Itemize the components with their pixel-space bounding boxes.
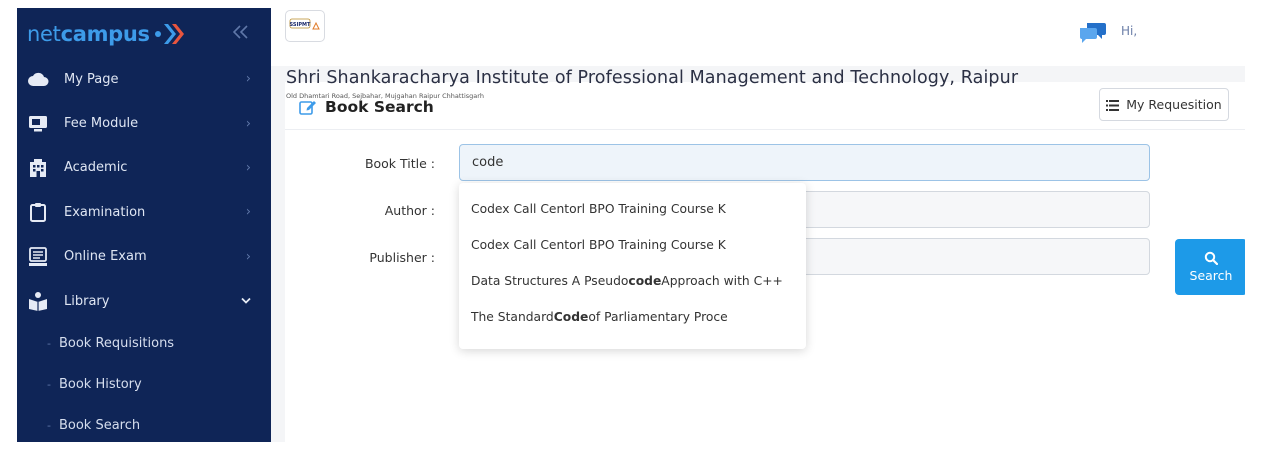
- clipboard-icon: [27, 201, 49, 223]
- user-greeting[interactable]: Hi,: [1121, 24, 1137, 38]
- library-submenu: - Book Requisitions - Book History - Boo…: [17, 323, 271, 442]
- page-title: Book Search: [299, 98, 434, 116]
- sidebar-subitem-label: Book History: [58, 377, 142, 393]
- search-button-label: Search: [1189, 268, 1233, 283]
- chevron-right-icon: ›: [245, 160, 251, 176]
- brand-text-campus: campus: [60, 22, 150, 46]
- edit-icon: [299, 98, 317, 116]
- option-text: The Standard: [471, 310, 554, 324]
- sidebar-item-library[interactable]: Library: [17, 279, 271, 323]
- sidebar-item-label: My Page: [64, 71, 119, 87]
- sidebar-item-label: Library: [64, 293, 110, 309]
- sidebar-item-label: Academic: [64, 160, 128, 176]
- chevron-right-icon: ›: [245, 204, 251, 220]
- sidebar-subitem-book-requisitions[interactable]: - Book Requisitions: [17, 323, 271, 364]
- chevron-right-icon: ›: [245, 116, 251, 132]
- building-icon: [27, 157, 49, 179]
- autocomplete-dropdown: Codex Call Centorl BPO Training Course K…: [459, 183, 806, 349]
- author-label: Author :: [384, 203, 435, 218]
- sidebar-menu: My Page › Fee Module › Academic › Examin…: [17, 57, 271, 442]
- book-title-input[interactable]: [459, 144, 1150, 181]
- brand-logo[interactable]: net campus: [27, 20, 190, 48]
- list-icon: [1106, 99, 1120, 111]
- sidebar-item-my-page[interactable]: My Page ›: [17, 57, 271, 101]
- bullet-dash: -: [47, 419, 51, 433]
- monitor-icon: [27, 113, 49, 135]
- bullet-dash: -: [47, 337, 51, 351]
- brand-text-net: net: [27, 22, 61, 46]
- app-frame: net campus My Page › Fee Module › Academ…: [17, 8, 1245, 442]
- chat-icon[interactable]: [1079, 20, 1107, 44]
- sidebar-subitem-book-search[interactable]: - Book Search: [17, 405, 271, 442]
- reader-icon: [27, 290, 49, 312]
- sidebar-subitem-label: Book Requisitions: [58, 336, 175, 352]
- bullet-dash: -: [47, 378, 51, 392]
- logo-lettering: SSIPMT: [290, 22, 311, 28]
- chevron-right-icon: ›: [245, 249, 251, 265]
- page-title-text: Book Search: [325, 98, 434, 116]
- sidebar-item-label: Fee Module: [64, 116, 139, 132]
- sidebar-item-label: Examination: [64, 204, 146, 220]
- chevron-right-icon: ›: [245, 71, 251, 87]
- autocomplete-option[interactable]: Codex Call Centorl BPO Training Course K: [459, 191, 806, 227]
- option-match-text: code: [628, 274, 662, 288]
- sidebar-item-fee-module[interactable]: Fee Module ›: [17, 101, 271, 145]
- cloud-icon: [27, 68, 49, 90]
- option-text: Codex Call Centorl BPO Training Course K: [471, 202, 726, 216]
- autocomplete-option[interactable]: The Standard Code of Parliamentary Proce: [459, 299, 806, 335]
- brand-mark-icon: [154, 21, 190, 47]
- book-title-label: Book Title :: [364, 156, 435, 171]
- option-text: of Parliamentary Proce: [588, 310, 728, 324]
- sidebar-subitem-label: Book Search: [58, 418, 141, 434]
- my-requisition-label: My Requesition: [1126, 97, 1222, 112]
- autocomplete-option[interactable]: Codex Call Centorl BPO Training Course K: [459, 227, 806, 263]
- search-button[interactable]: Search: [1175, 239, 1245, 295]
- option-text: Approach with C++: [661, 274, 783, 288]
- search-icon: [1204, 251, 1218, 265]
- institute-logo[interactable]: SSIPMT: [285, 10, 325, 42]
- publisher-label: Publisher :: [369, 250, 435, 265]
- sidebar-item-online-exam[interactable]: Online Exam ›: [17, 235, 271, 279]
- sidebar-item-label: Online Exam: [64, 249, 147, 265]
- sidebar-item-academic[interactable]: Academic ›: [17, 146, 271, 190]
- sidebar-item-examination[interactable]: Examination ›: [17, 190, 271, 234]
- option-text: Data Structures A Pseudo: [471, 274, 629, 288]
- option-match-text: Code: [553, 310, 589, 324]
- top-bar: SSIPMT Hi,: [271, 8, 1245, 66]
- sidebar-collapse-button[interactable]: [231, 22, 251, 42]
- my-requisition-button[interactable]: My Requesition: [1099, 88, 1229, 121]
- sidebar: net campus My Page › Fee Module › Academ…: [17, 8, 271, 442]
- chevron-down-icon: [241, 294, 251, 309]
- computer-icon: [27, 246, 49, 268]
- sidebar-subitem-book-history[interactable]: - Book History: [17, 364, 271, 405]
- autocomplete-option[interactable]: Data Structures A Pseudo code Approach wi…: [459, 263, 806, 299]
- option-text: Codex Call Centorl BPO Training Course K: [471, 238, 726, 252]
